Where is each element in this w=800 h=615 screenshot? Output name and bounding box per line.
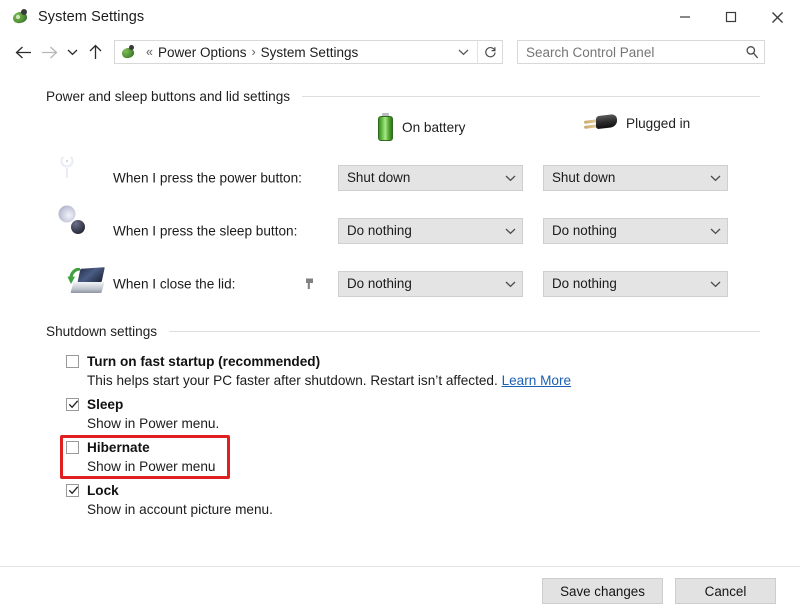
dropdown-value: Shut down [552, 170, 616, 185]
option-label-lock: Lock [87, 483, 119, 498]
chevron-down-icon[interactable] [703, 174, 727, 182]
column-label-plugged-in: Plugged in [626, 115, 691, 131]
option-label-hibernate: Hibernate [87, 440, 150, 455]
dropdown-close-lid-on-battery[interactable]: Do nothing [338, 270, 523, 297]
close-icon[interactable] [754, 0, 800, 34]
checkbox-hibernate[interactable] [66, 441, 79, 454]
breadcrumb-item-system-settings[interactable]: System Settings [261, 45, 359, 60]
setting-row-sleep-button: When I press the sleep button: Do nothin… [0, 204, 800, 257]
save-changes-button[interactable]: Save changes [542, 578, 663, 604]
option-description-hibernate: Show in Power menu [87, 459, 216, 474]
dropdown-value: Shut down [347, 170, 411, 185]
option-fast-startup: Turn on fast startup (recommended) This … [0, 353, 800, 391]
setting-row-close-lid: When I close the lid: Do nothing Do noth… [0, 257, 800, 310]
window-title: System Settings [38, 9, 145, 25]
chevron-down-icon[interactable] [498, 227, 522, 235]
option-sleep: Sleep Show in Power menu. [0, 396, 800, 434]
breadcrumb[interactable]: « Power Options › System Settings [114, 40, 503, 64]
maximize-icon[interactable] [708, 0, 754, 34]
cursor-artifact-icon [306, 278, 313, 289]
option-hibernate: Hibernate Show in Power menu [0, 435, 800, 479]
breadcrumb-item-power-options[interactable]: Power Options [158, 45, 247, 60]
row-label-close-lid: When I close the lid: [113, 276, 236, 291]
shutdown-options: Turn on fast startup (recommended) This … [0, 353, 800, 520]
column-header-on-battery: On battery [378, 113, 465, 141]
option-description-lock: Show in account picture menu. [87, 502, 273, 517]
search-icon[interactable] [740, 45, 764, 59]
power-button-icon [60, 154, 101, 195]
dropdown-power-button-plugged-in[interactable]: Shut down [543, 164, 728, 191]
checkbox-lock[interactable] [66, 484, 79, 497]
row-label-sleep-button: When I press the sleep button: [113, 223, 298, 238]
dropdown-close-lid-plugged-in[interactable]: Do nothing [543, 270, 728, 297]
power-plug-icon [583, 113, 617, 133]
back-arrow-icon[interactable] [10, 39, 36, 65]
battery-icon [378, 113, 393, 141]
breadcrumb-chevron-down-icon[interactable] [454, 48, 477, 56]
option-description-text: This helps start your PC faster after sh… [87, 373, 498, 388]
forward-arrow-icon [36, 39, 62, 65]
learn-more-link[interactable]: Learn More [502, 373, 572, 388]
checkbox-sleep[interactable] [66, 398, 79, 411]
chevron-down-icon[interactable] [498, 280, 522, 288]
breadcrumb-control-panel-icon [120, 44, 136, 60]
option-lock: Lock Show in account picture menu. [0, 482, 800, 520]
column-header-plugged-in: Plugged in [583, 113, 690, 133]
address-bar: « Power Options › System Settings [0, 34, 800, 70]
column-headers: On battery Plugged in [0, 113, 800, 151]
window-controls [662, 0, 800, 34]
column-label-on-battery: On battery [402, 119, 466, 135]
option-description-sleep: Show in Power menu. [87, 416, 220, 431]
section-divider [302, 96, 760, 97]
dropdown-value: Do nothing [347, 276, 412, 291]
section-divider [169, 331, 760, 332]
dropdown-sleep-button-plugged-in[interactable]: Do nothing [543, 217, 728, 244]
recent-locations-chevron-down-icon[interactable] [62, 39, 82, 65]
minimize-icon[interactable] [662, 0, 708, 34]
option-label-sleep: Sleep [87, 397, 124, 412]
title-bar: System Settings [0, 0, 800, 34]
shutdown-section-title: Shutdown settings [46, 324, 158, 339]
system-settings-window: System Settings « Power Options › System… [0, 0, 800, 615]
option-label-fast-startup: Turn on fast startup (recommended) [87, 354, 321, 369]
dropdown-value: Do nothing [347, 223, 412, 238]
checkbox-fast-startup[interactable] [66, 355, 79, 368]
dropdown-sleep-button-on-battery[interactable]: Do nothing [338, 217, 523, 244]
power-section-header: Power and sleep buttons and lid settings [46, 89, 760, 104]
footer-buttons: Save changes Cancel [0, 578, 800, 604]
dropdown-value: Do nothing [552, 223, 617, 238]
setting-row-power-button: When I press the power button: Shut down… [0, 151, 800, 204]
laptop-lid-icon [67, 266, 105, 301]
chevron-down-icon[interactable] [498, 174, 522, 182]
footer-divider [0, 566, 800, 567]
search-box[interactable] [517, 40, 765, 64]
settings-content: Power and sleep buttons and lid settings… [0, 70, 800, 520]
power-section-title: Power and sleep buttons and lid settings [46, 89, 291, 104]
breadcrumb-separator: › [251, 45, 256, 59]
up-arrow-icon[interactable] [82, 39, 108, 65]
shutdown-section-header: Shutdown settings [46, 324, 760, 339]
control-panel-icon [11, 8, 29, 26]
dropdown-power-button-on-battery[interactable]: Shut down [338, 164, 523, 191]
chevron-down-icon[interactable] [703, 280, 727, 288]
option-description-fast-startup: This helps start your PC faster after sh… [87, 371, 800, 391]
row-label-power-button: When I press the power button: [113, 170, 302, 185]
chevron-down-icon[interactable] [703, 227, 727, 235]
refresh-icon[interactable] [478, 40, 502, 64]
power-settings-rows: When I press the power button: Shut down… [0, 151, 800, 310]
breadcrumb-leading-separator: « [146, 45, 153, 59]
dropdown-value: Do nothing [552, 276, 617, 291]
sleep-moon-icon [58, 205, 101, 248]
cancel-button[interactable]: Cancel [675, 578, 776, 604]
search-input[interactable] [518, 43, 740, 61]
